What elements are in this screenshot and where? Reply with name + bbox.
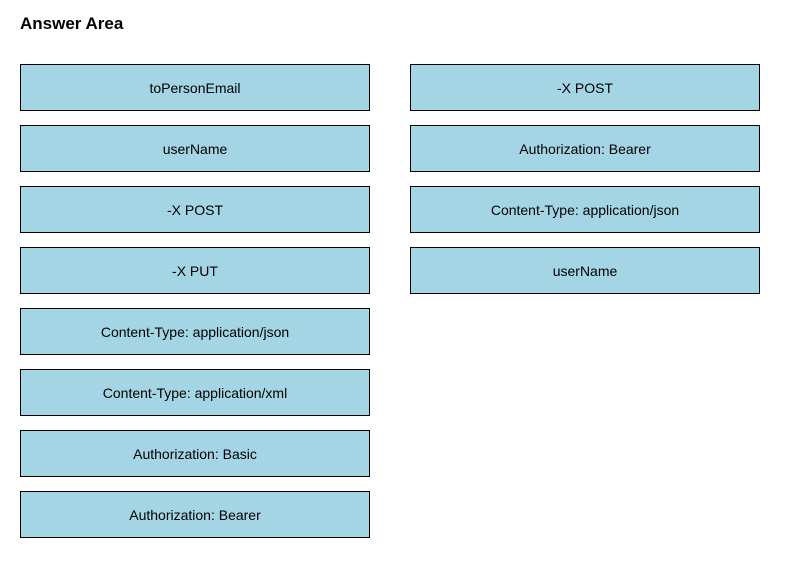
option-item[interactable]: -X PUT bbox=[20, 247, 370, 294]
option-item[interactable]: userName bbox=[410, 247, 760, 294]
option-label: Authorization: Basic bbox=[133, 446, 257, 462]
option-item[interactable]: Content-Type: application/json bbox=[410, 186, 760, 233]
option-label: -X POST bbox=[557, 80, 613, 96]
left-column: toPersonEmail userName -X POST -X PUT Co… bbox=[20, 64, 370, 538]
option-item[interactable]: toPersonEmail bbox=[20, 64, 370, 111]
option-item[interactable]: Authorization: Bearer bbox=[20, 491, 370, 538]
columns-container: toPersonEmail userName -X POST -X PUT Co… bbox=[20, 64, 772, 538]
option-label: Content-Type: application/json bbox=[491, 202, 679, 218]
option-label: Content-Type: application/json bbox=[101, 324, 289, 340]
option-label: Authorization: Bearer bbox=[519, 141, 651, 157]
option-label: userName bbox=[163, 141, 228, 157]
option-item[interactable]: Authorization: Bearer bbox=[410, 125, 760, 172]
option-item[interactable]: Authorization: Basic bbox=[20, 430, 370, 477]
answer-area-title: Answer Area bbox=[20, 14, 772, 34]
option-label: userName bbox=[553, 263, 618, 279]
option-label: Authorization: Bearer bbox=[129, 507, 261, 523]
option-label: -X POST bbox=[167, 202, 223, 218]
option-item[interactable]: Content-Type: application/xml bbox=[20, 369, 370, 416]
option-item[interactable]: Content-Type: application/json bbox=[20, 308, 370, 355]
option-item[interactable]: -X POST bbox=[410, 64, 760, 111]
right-column: -X POST Authorization: Bearer Content-Ty… bbox=[410, 64, 760, 538]
option-item[interactable]: userName bbox=[20, 125, 370, 172]
option-label: -X PUT bbox=[172, 263, 218, 279]
option-label: Content-Type: application/xml bbox=[103, 385, 287, 401]
option-item[interactable]: -X POST bbox=[20, 186, 370, 233]
option-label: toPersonEmail bbox=[149, 80, 240, 96]
